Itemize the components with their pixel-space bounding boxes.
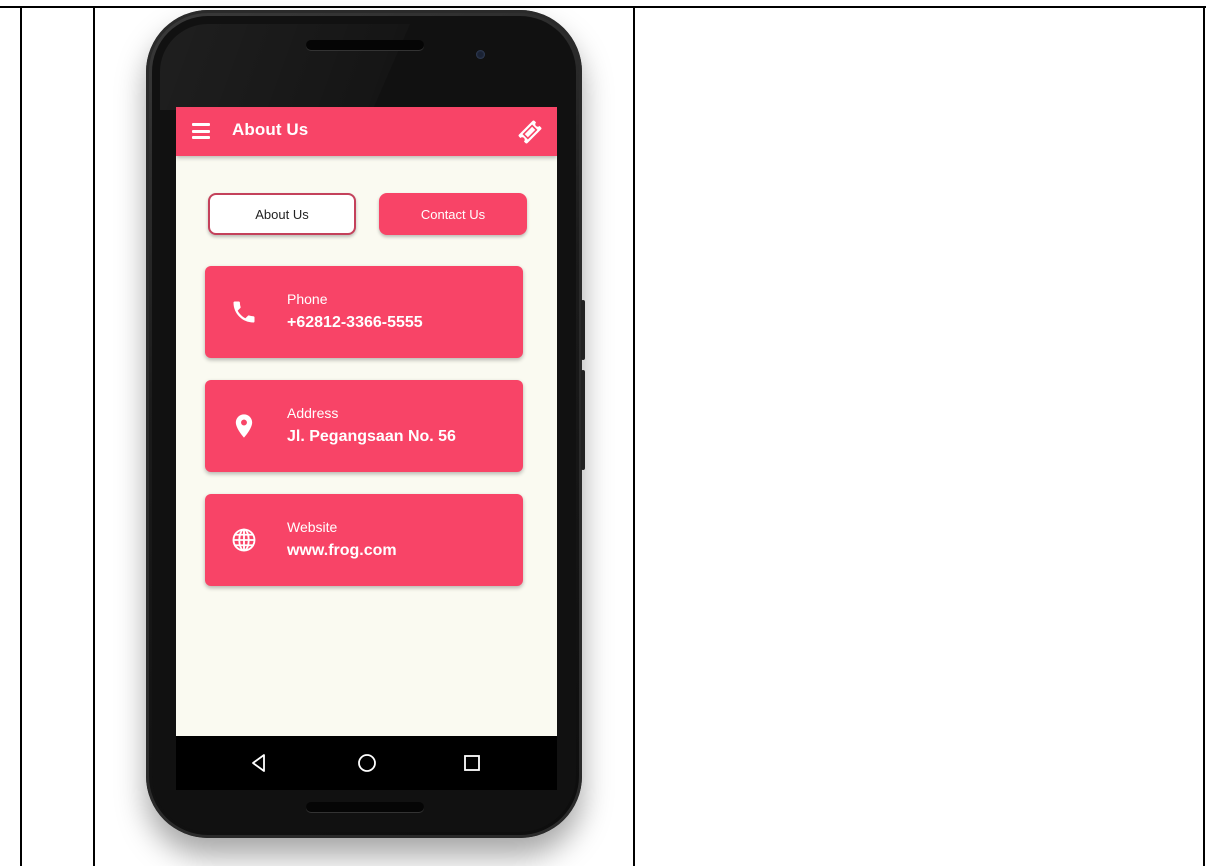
phone-label: Phone [287, 291, 328, 307]
grid-line-col2 [633, 6, 635, 866]
address-card[interactable]: Address Jl. Pegangsaan No. 56 [205, 380, 523, 472]
address-label: Address [287, 405, 339, 421]
tab-contact-us[interactable]: Contact Us [379, 193, 527, 235]
back-icon[interactable] [246, 750, 272, 776]
tab-about-us[interactable]: About Us [208, 193, 356, 235]
phone-glare [160, 24, 410, 110]
home-icon[interactable] [354, 750, 380, 776]
bottom-speaker [306, 802, 424, 812]
app-bar: About Us [176, 107, 557, 156]
phone-value: +62812-3366-5555 [287, 314, 423, 331]
ticket-icon[interactable] [517, 119, 543, 145]
phone-screen: About Us About Us Contact Us Phone +6281… [176, 107, 557, 790]
globe-icon [232, 528, 256, 552]
grid-line-col1 [93, 6, 95, 866]
hamburger-menu-icon[interactable] [192, 123, 210, 139]
website-value: www.frog.com [287, 542, 397, 559]
page-title: About Us [232, 120, 309, 139]
grid-line-top [0, 6, 1206, 8]
phone-card[interactable]: Phone +62812-3366-5555 [205, 266, 523, 358]
top-speaker [306, 40, 424, 50]
volume-button [581, 370, 585, 470]
recents-icon[interactable] [459, 750, 485, 776]
grid-line-left [20, 6, 22, 866]
phone-icon [233, 301, 255, 323]
front-camera [476, 50, 485, 59]
website-label: Website [287, 519, 338, 535]
grid-line-right [1203, 6, 1205, 866]
website-card[interactable]: Website www.frog.com [205, 494, 523, 586]
address-value: Jl. Pegangsaan No. 56 [287, 428, 456, 445]
android-nav-bar [176, 736, 557, 790]
location-pin-icon [235, 414, 253, 438]
power-button [581, 300, 585, 360]
content-area: About Us Contact Us Phone +62812-3366-55… [176, 156, 557, 736]
